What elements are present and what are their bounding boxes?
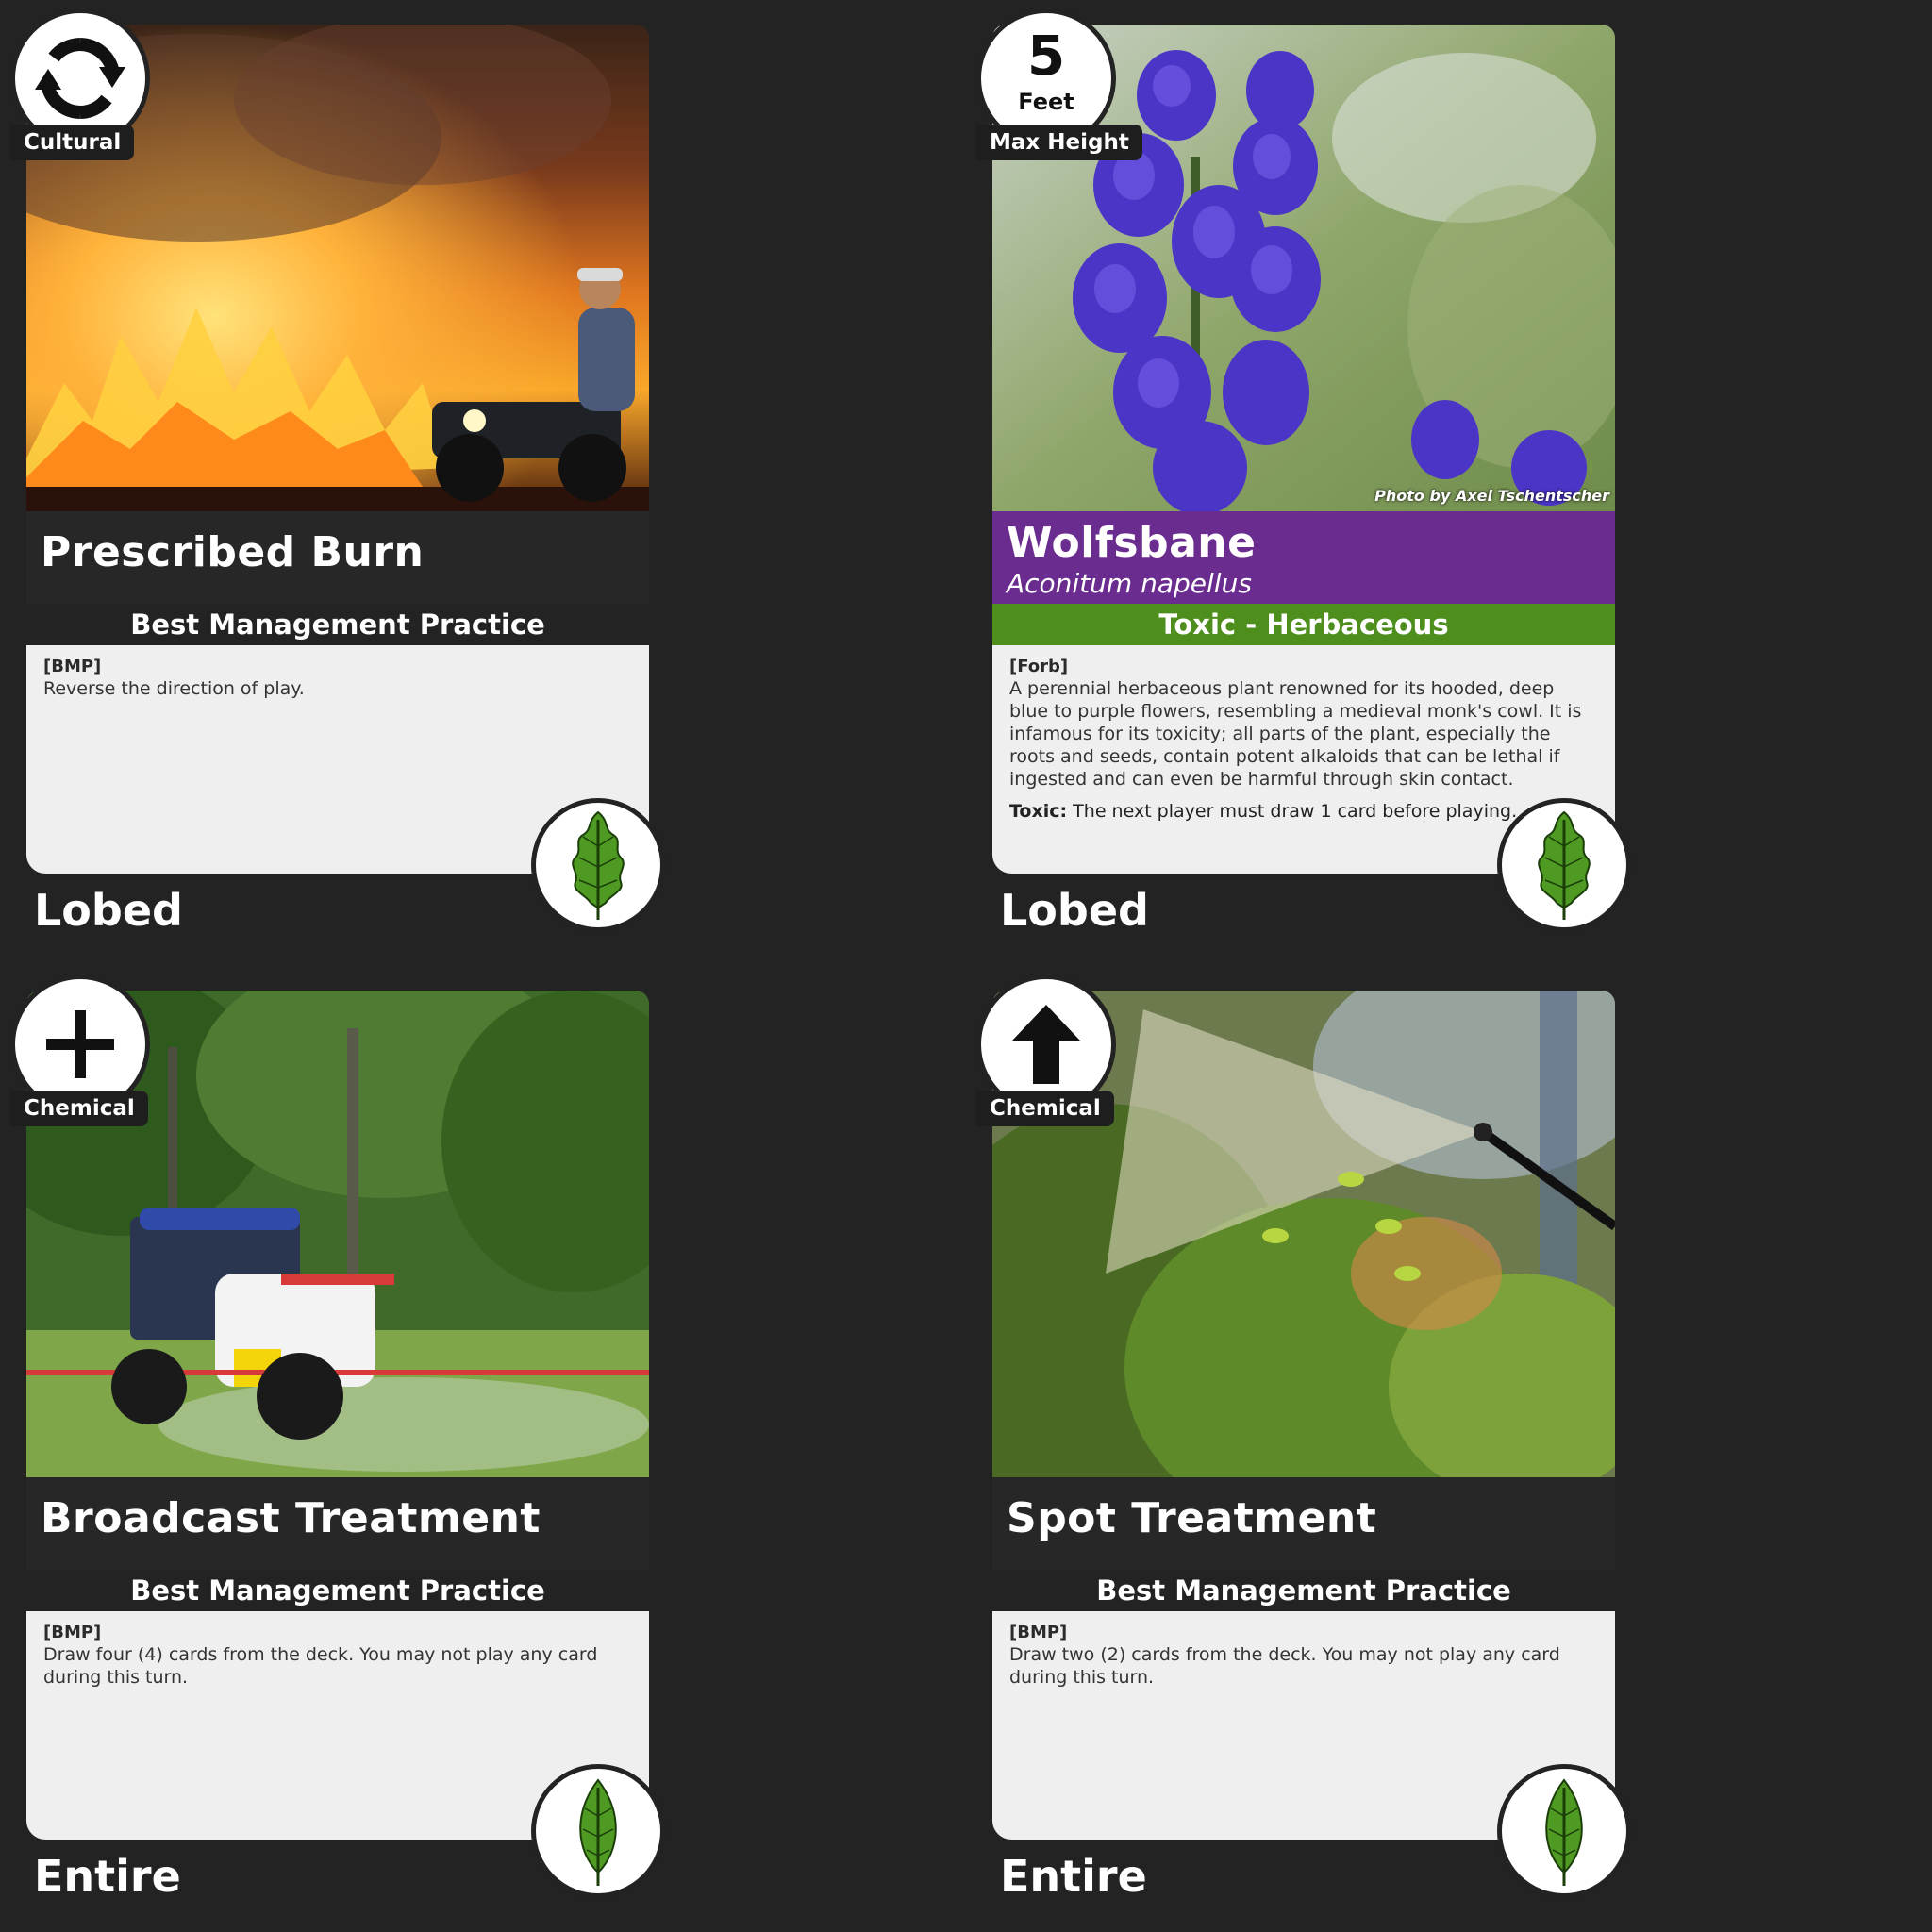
max-height-unit: Feet — [1018, 89, 1074, 115]
leaf-shape-label: Entire — [34, 1851, 181, 1902]
title-bar: Spot Treatment — [992, 1477, 1615, 1570]
rotate-arrows-icon — [35, 38, 125, 119]
lobed-leaf-icon — [1538, 810, 1591, 920]
photo-credit: Photo by Axel Tschentscher — [1374, 487, 1609, 505]
card-tag: [BMP] — [43, 1623, 102, 1642]
entire-leaf-icon — [1545, 1778, 1583, 1886]
card-subtitle: Toxic - Herbaceous — [992, 604, 1615, 645]
title-bar: Prescribed Burn — [26, 511, 649, 604]
card-title: Spot Treatment — [1007, 1494, 1377, 1542]
card-description: Draw four (4) cards from the deck. You m… — [43, 1644, 598, 1688]
card-subtitle: Best Management Practice — [26, 604, 649, 645]
leaf-shape-label: Lobed — [1000, 885, 1149, 936]
leaf-badge — [1497, 798, 1631, 932]
leaf-badge — [1497, 1764, 1631, 1898]
card-broadcast-treatment[interactable]: Chemical Broadcast Treatment Best Manage… — [10, 974, 665, 1902]
max-height-number: 5 — [1026, 24, 1066, 88]
leaf-shape-label: Lobed — [34, 885, 183, 936]
plus-icon — [46, 1010, 114, 1078]
card-title: Broadcast Treatment — [41, 1494, 541, 1542]
card-tag: [BMP] — [43, 657, 102, 676]
card-subtitle: Best Management Practice — [26, 1570, 649, 1611]
title-bar: Wolfsbane Aconitum napellus — [992, 511, 1615, 604]
entire-leaf-icon — [579, 1778, 617, 1886]
card-subtitle: Best Management Practice — [992, 1570, 1615, 1611]
leaf-shape-label: Entire — [1000, 1851, 1147, 1902]
toxic-effect-text: The next player must draw 1 card before … — [1073, 801, 1518, 822]
leaf-badge — [531, 1764, 665, 1898]
lobed-leaf-icon — [572, 810, 625, 920]
category-label: Max Height — [976, 125, 1142, 160]
card-description: Draw two (2) cards from the deck. You ma… — [1009, 1644, 1560, 1688]
category-label: Chemical — [976, 1091, 1114, 1126]
title-bar: Broadcast Treatment — [26, 1477, 649, 1570]
card-tag: [Forb] — [1009, 657, 1069, 676]
card-tag: [BMP] — [1009, 1623, 1068, 1642]
card-prescribed-burn[interactable]: Cultural Prescribed Burn Best Management… — [10, 8, 665, 936]
toxic-effect: Toxic: The next player must draw 1 card … — [1009, 800, 1598, 823]
category-label: Chemical — [10, 1091, 148, 1126]
category-label: Cultural — [10, 125, 135, 160]
scientific-name: Aconitum napellus — [1007, 568, 1252, 599]
card-title: Prescribed Burn — [41, 528, 425, 576]
card-description: A perennial herbaceous plant renowned fo… — [1009, 678, 1582, 790]
card-title: Wolfsbane — [1007, 519, 1257, 567]
card-wolfsbane[interactable]: Photo by Axel Tschentscher 5 Feet Max He… — [976, 8, 1631, 936]
leaf-badge — [531, 798, 665, 932]
up-arrow-icon — [1012, 1005, 1080, 1084]
card-description: Reverse the direction of play. — [43, 678, 305, 699]
card-spot-treatment[interactable]: Chemical Spot Treatment Best Management … — [976, 974, 1631, 1902]
toxic-effect-label: Toxic: — [1009, 801, 1068, 822]
